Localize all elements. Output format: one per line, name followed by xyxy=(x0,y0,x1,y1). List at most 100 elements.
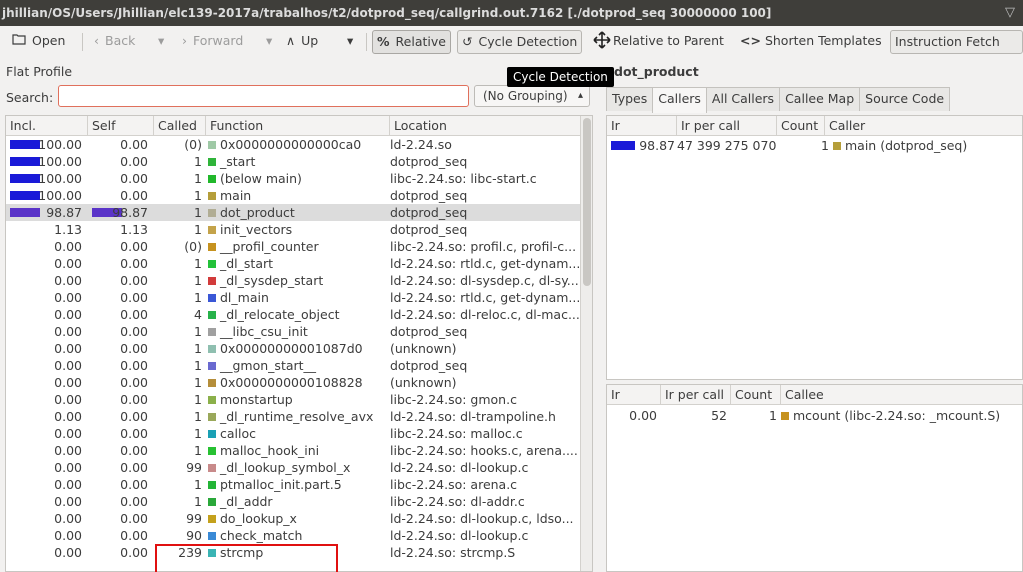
function-name: _dl_relocate_object xyxy=(220,307,340,322)
tab-types[interactable]: Types xyxy=(606,87,654,111)
table-row[interactable]: 100.00 0.00 1 _start dotprod_seq xyxy=(6,153,582,170)
tab-source-code[interactable]: Source Code xyxy=(859,87,951,111)
column-header-ir-per-call[interactable]: Ir per call xyxy=(677,116,777,136)
cell-location: ld-2.24.so: rtld.c, get-dynam... xyxy=(390,256,581,271)
table-row[interactable]: 0.00 0.00 1 __libc_csu_init dotprod_seq xyxy=(6,323,582,340)
cell-called: 1 xyxy=(194,324,202,339)
table-row[interactable]: 0.00 0.00 90 check_match ld-2.24.so: dl-look… xyxy=(6,527,582,544)
cell-incl: 100.00 xyxy=(38,188,82,203)
cell-function: _dl_runtime_resolve_avx xyxy=(206,408,386,425)
column-header-caller[interactable]: Caller xyxy=(825,116,1022,136)
cell-incl: 0.00 xyxy=(54,273,82,288)
table-row[interactable]: 0.00 0.00 1 monstartup libc-2.24.so: gmon.c xyxy=(6,391,582,408)
cell-self: 98.87 xyxy=(112,205,148,220)
column-header-callee[interactable]: Callee xyxy=(781,385,1022,405)
search-input[interactable] xyxy=(58,85,469,107)
cell-function: 0x00000000001087d0 xyxy=(206,340,386,357)
table-row[interactable]: 0.00 0.00 99 _dl_lookup_symbol_x ld-2.24.so:… xyxy=(6,459,582,476)
relative-to-parent-toggle[interactable]: Relative to Parent xyxy=(589,30,728,54)
column-header-function[interactable]: Function xyxy=(206,116,390,136)
table-row[interactable]: 100.00 0.00 1 main dotprod_seq xyxy=(6,187,582,204)
cell-incl: 0.00 xyxy=(54,256,82,271)
cell-self: 0.00 xyxy=(120,477,148,492)
cycle-detection-toggle[interactable]: ↺ Cycle Detection xyxy=(457,30,583,54)
function-color-swatch xyxy=(208,158,216,166)
cell-location: libc-2.24.so: profil.c, profil-c... xyxy=(390,239,577,254)
column-header-ir-per-call[interactable]: Ir per call xyxy=(661,385,731,405)
tab-bar: Types Callers All Callers Callee Map Source … xyxy=(606,87,951,113)
table-row[interactable]: 0.00 0.00 1 _dl_start ld-2.24.so: rtld.c, ge… xyxy=(6,255,582,272)
table-row[interactable]: 0.00 0.00 1 _dl_addr libc-2.24.so: dl-addr.c xyxy=(6,493,582,510)
cell-function: check_match xyxy=(206,527,386,544)
function-color-swatch xyxy=(781,412,789,420)
table-row[interactable]: 0.00 0.00 99 do_lookup_x ld-2.24.so: dl-look… xyxy=(6,510,582,527)
table-row[interactable]: 0.00 0.00 1 0x00000000001087d0 (unknown) xyxy=(6,340,582,357)
search-label: Search: xyxy=(6,90,54,105)
column-header-called[interactable]: Called xyxy=(154,116,206,136)
cell-called: 1 xyxy=(194,256,202,271)
function-color-swatch xyxy=(208,277,216,285)
forward-button[interactable]: › Forward xyxy=(178,30,247,54)
table-row[interactable]: 0.00 0.00 1 __gmon_start__ dotprod_seq xyxy=(6,357,582,374)
event-type-value: Instruction Fetch xyxy=(895,34,1000,49)
event-type-select[interactable]: Instruction Fetch xyxy=(890,30,1023,54)
table-row[interactable]: 100.00 0.00 1 (below main) libc-2.24.so: lib… xyxy=(6,170,582,187)
list-item[interactable]: 0.00 52 1 mcount (libc-2.24.so: _mcount.… xyxy=(607,407,1022,424)
cell-self: 0.00 xyxy=(120,341,148,356)
cell-function: __profil_counter xyxy=(206,238,386,255)
table-row[interactable]: 0.00 0.00 1 0x0000000000108828 (unknown) xyxy=(6,374,582,391)
up-button[interactable]: ∧ Up xyxy=(282,30,322,54)
back-history-dropdown[interactable]: ▾ xyxy=(154,30,168,54)
cell-location: libc-2.24.so: hooks.c, arena.... xyxy=(390,443,578,458)
cycle-detection-label: Cycle Detection xyxy=(478,34,578,49)
function-name: 0x0000000000108828 xyxy=(220,375,363,390)
table-row[interactable]: 98.87 98.87 1 dot_product dotprod_seq xyxy=(6,204,582,221)
table-row[interactable]: 1.13 1.13 1 init_vectors dotprod_seq xyxy=(6,221,582,238)
tab-all-callers[interactable]: All Callers xyxy=(705,87,781,111)
table-row[interactable]: 0.00 0.00 1 calloc libc-2.24.so: malloc.c xyxy=(6,425,582,442)
table-row[interactable]: 0.00 0.00 1 ptmalloc_init.part.5 libc-2.24.s… xyxy=(6,476,582,493)
scrollbar-thumb[interactable] xyxy=(583,118,591,286)
cell-function: _dl_addr xyxy=(206,493,386,510)
cell-self: 0.00 xyxy=(120,307,148,322)
table-row[interactable]: 0.00 0.00 1 _dl_runtime_resolve_avx ld-2.24.… xyxy=(6,408,582,425)
function-name: dl_main xyxy=(220,290,269,305)
relative-label: Relative xyxy=(395,34,446,49)
column-header-count[interactable]: Count xyxy=(777,116,825,136)
relative-toggle[interactable]: % Relative xyxy=(372,30,451,54)
list-item[interactable]: 98.87 47 399 275 070 1 main (dotprod_seq… xyxy=(607,137,1022,154)
table-row[interactable]: 0.00 0.00 1 malloc_hook_ini libc-2.24.so: ho… xyxy=(6,442,582,459)
column-header-ir[interactable]: Ir xyxy=(607,385,661,405)
function-name: dot_product xyxy=(220,205,295,220)
table-row[interactable]: 0.00 0.00 1 _dl_sysdep_start ld-2.24.so: dl-… xyxy=(6,272,582,289)
column-header-location[interactable]: Location xyxy=(390,116,582,136)
cell-self: 0.00 xyxy=(120,358,148,373)
grouping-select[interactable]: (No Grouping) ▴ xyxy=(474,85,590,107)
up-dropdown[interactable]: ▾ xyxy=(343,30,357,54)
column-header-ir[interactable]: Ir xyxy=(607,116,677,136)
tab-callee-map[interactable]: Callee Map xyxy=(779,87,861,111)
cell-location: dotprod_seq xyxy=(390,188,468,203)
cell-location: libc-2.24.so: gmon.c xyxy=(390,392,517,407)
shorten-templates-toggle[interactable]: <> Shorten Templates xyxy=(736,30,886,54)
tab-callers[interactable]: Callers xyxy=(652,87,707,113)
table-row[interactable]: 100.00 0.00 (0) 0x0000000000000ca0 ld-2.24.s… xyxy=(6,136,582,153)
cell-called: 1 xyxy=(194,392,202,407)
cell-self: 0.00 xyxy=(120,256,148,271)
forward-history-dropdown[interactable]: ▾ xyxy=(262,30,276,54)
column-header-count[interactable]: Count xyxy=(731,385,781,405)
table-row[interactable]: 0.00 0.00 1 dl_main ld-2.24.so: rtld.c, get-… xyxy=(6,289,582,306)
wifi-icon[interactable]: ▽ xyxy=(1005,0,1015,26)
panel-splitter[interactable] xyxy=(597,115,603,572)
cell-self: 0.00 xyxy=(120,290,148,305)
cell-self: 0.00 xyxy=(120,409,148,424)
column-header-incl[interactable]: Incl. xyxy=(6,116,88,136)
table-row[interactable]: 0.00 0.00 4 _dl_relocate_object ld-2.24.so: … xyxy=(6,306,582,323)
column-header-self[interactable]: Self xyxy=(88,116,154,136)
vertical-scrollbar[interactable] xyxy=(580,116,592,571)
back-button[interactable]: ‹ Back xyxy=(90,30,139,54)
cell-called: 1 xyxy=(194,205,202,220)
folder-icon xyxy=(12,30,26,52)
table-row[interactable]: 0.00 0.00 (0) __profil_counter libc-2.24.so:… xyxy=(6,238,582,255)
open-button[interactable]: Open xyxy=(8,30,69,54)
